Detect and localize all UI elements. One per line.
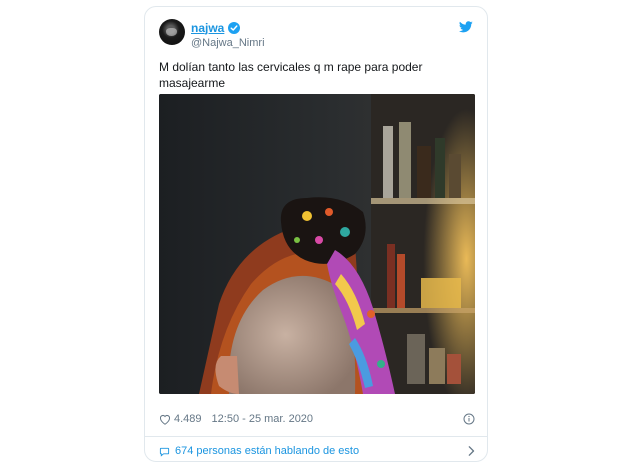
info-icon[interactable]: [463, 413, 475, 425]
like-action[interactable]: 4.489: [159, 413, 202, 425]
photo-illustration: [159, 94, 475, 394]
tweet-text: M dolían tanto las cervicales q m rape p…: [159, 60, 426, 90]
display-name[interactable]: najwa: [191, 21, 224, 35]
tweet-meta: 4.489 12:50 - 25 mar. 2020: [159, 411, 475, 427]
tweet-photo[interactable]: [159, 94, 475, 394]
twitter-bird-icon[interactable]: [459, 21, 473, 33]
tweet-header: najwa @Najwa_Nimri: [159, 19, 475, 51]
name-row: najwa: [191, 20, 265, 35]
user-handle[interactable]: @Najwa_Nimri: [191, 37, 265, 49]
verified-badge-icon: [228, 21, 241, 34]
chevron-right-icon: [468, 446, 475, 456]
heart-icon: [160, 414, 170, 425]
timestamp[interactable]: 12:50 - 25 mar. 2020: [212, 413, 314, 425]
avatar[interactable]: [159, 19, 185, 45]
divider: [145, 436, 487, 437]
user-info: najwa @Najwa_Nimri: [191, 20, 265, 50]
conversation-count: 674 personas están hablando de esto: [175, 445, 360, 457]
conversation-link[interactable]: 674 personas están hablando de esto: [159, 443, 475, 459]
speech-bubble-icon: [159, 447, 170, 457]
like-count: 4.489: [174, 413, 202, 425]
tweet-card[interactable]: najwa @Najwa_Nimri M dolían tanto las ce…: [144, 6, 488, 462]
